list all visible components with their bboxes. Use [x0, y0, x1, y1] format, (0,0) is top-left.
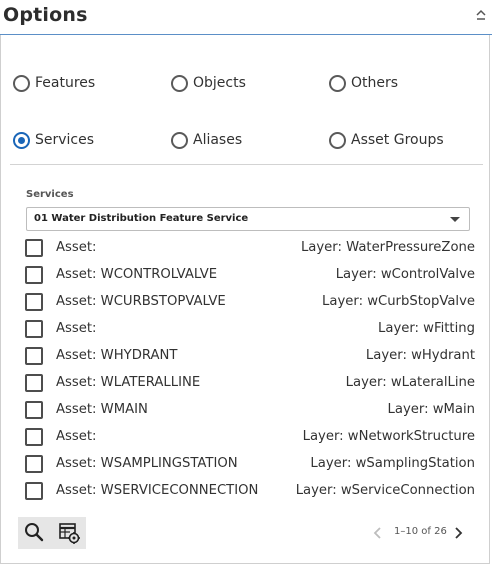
list-item: Asset: Layer: wFitting: [24, 320, 476, 347]
radio-circle-selected[interactable]: [13, 131, 30, 149]
radio-label: Services: [35, 132, 95, 148]
layer-name: Layer: wServiceConnection: [295, 483, 475, 498]
row-checkbox[interactable]: [25, 266, 43, 284]
asset-name: Asset: WSERVICECONNECTION: [56, 483, 259, 498]
list-item: Asset: WHYDRANT Layer: wHydrant: [24, 347, 476, 374]
list-item: Asset: Layer: wNetworkStructure: [24, 428, 476, 455]
layer-name: Layer: wControlValve: [335, 267, 475, 282]
chevron-left-icon[interactable]: [372, 526, 384, 540]
layer-name: Layer: wCurbStopValve: [322, 294, 475, 309]
bottom-toolbar: [18, 517, 86, 549]
radio-circle[interactable]: [329, 74, 346, 92]
services-select[interactable]: 01 Water Distribution Feature Service: [26, 207, 470, 231]
asset-name: Asset:: [56, 429, 97, 444]
radio-aliases[interactable]: Aliases: [171, 129, 242, 151]
list-item: Asset: WLATERALLINE Layer: wLateralLine: [24, 374, 476, 401]
list-item: Asset: WMAIN Layer: wMain: [24, 401, 476, 428]
radio-label: Asset Groups: [351, 132, 444, 148]
table-settings-icon: [59, 523, 80, 544]
radio-label: Features: [35, 75, 96, 91]
services-select-value: 01 Water Distribution Feature Service: [34, 213, 249, 224]
search-button[interactable]: [18, 517, 52, 549]
layer-name: Layer: wHydrant: [365, 348, 475, 363]
radio-objects[interactable]: Objects: [171, 72, 246, 94]
divider: [10, 164, 483, 165]
radio-features[interactable]: Features: [13, 72, 95, 94]
asset-name: Asset: WHYDRANT: [56, 348, 178, 363]
radio-services[interactable]: Services: [13, 129, 94, 151]
asset-name: Asset:: [56, 240, 97, 255]
layer-name: Layer: wSamplingStation: [310, 456, 475, 471]
row-checkbox[interactable]: [25, 293, 43, 311]
radio-label: Aliases: [193, 132, 243, 148]
row-checkbox[interactable]: [25, 428, 43, 446]
asset-name: Asset:: [56, 321, 97, 336]
row-checkbox[interactable]: [25, 374, 43, 392]
radio-others[interactable]: Others: [329, 72, 398, 94]
radio-circle[interactable]: [329, 131, 346, 149]
pagination-range: 1–10 of 26: [394, 526, 447, 537]
radio-circle[interactable]: [13, 74, 30, 92]
asset-name: Asset: WCURBSTOPVALVE: [56, 294, 226, 309]
panel-title: Options: [3, 4, 88, 26]
list-item: Asset: WSAMPLINGSTATION Layer: wSampling…: [24, 455, 476, 482]
search-icon: [25, 523, 44, 542]
layer-name: Layer: wFitting: [378, 321, 475, 336]
radio-label: Objects: [193, 75, 246, 91]
radio-asset-groups[interactable]: Asset Groups: [329, 129, 444, 151]
list-item: Asset: WCONTROLVALVE Layer: wControlValv…: [24, 266, 476, 293]
radio-circle[interactable]: [171, 74, 188, 92]
row-checkbox[interactable]: [25, 401, 43, 419]
list-item: Asset: Layer: WaterPressureZone: [24, 239, 476, 266]
layer-name: Layer: WaterPressureZone: [300, 240, 475, 255]
row-checkbox[interactable]: [25, 320, 43, 338]
asset-name: Asset: WSAMPLINGSTATION: [56, 456, 238, 471]
caret-down-icon: [450, 217, 460, 222]
list-item: Asset: WSERVICECONNECTION Layer: wServic…: [24, 482, 476, 509]
list-item: Asset: WCURBSTOPVALVE Layer: wCurbStopVa…: [24, 293, 476, 320]
chevron-right-icon[interactable]: [452, 526, 464, 540]
row-checkbox[interactable]: [25, 347, 43, 365]
services-field-label: Services: [26, 189, 74, 200]
layer-name: Layer: wLateralLine: [345, 375, 475, 390]
row-checkbox[interactable]: [25, 455, 43, 473]
table-settings-button[interactable]: [52, 517, 86, 549]
radio-circle[interactable]: [171, 131, 188, 149]
radio-label: Others: [351, 75, 399, 91]
chevron-up-icon[interactable]: [476, 8, 486, 22]
options-header: Options: [0, 0, 492, 35]
layer-name: Layer: wNetworkStructure: [302, 429, 475, 444]
row-checkbox[interactable]: [25, 482, 43, 500]
layer-name: Layer: wMain: [387, 402, 475, 417]
asset-name: Asset: WLATERALLINE: [56, 375, 201, 390]
asset-name: Asset: WMAIN: [56, 402, 148, 417]
asset-name: Asset: WCONTROLVALVE: [56, 267, 218, 282]
row-checkbox[interactable]: [25, 239, 43, 257]
